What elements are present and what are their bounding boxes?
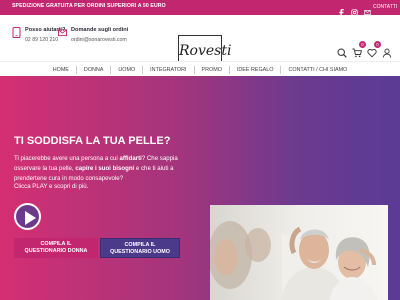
nav-item-donna[interactable]: DONNA bbox=[75, 65, 110, 74]
hero-description: Ti piacerebbe avere una persona a cui af… bbox=[14, 155, 178, 182]
top-bar: SPEDIZIONE GRATUITA PER ORDINI SUPERIORI… bbox=[0, 0, 400, 16]
phone-icon bbox=[12, 27, 21, 38]
orders-email[interactable]: ordini@sonarovesti.com bbox=[71, 37, 128, 43]
heart-icon[interactable]: 0 bbox=[367, 41, 381, 58]
site-header: Posso aiutarti? 02 89 120 210 Domande su… bbox=[0, 15, 400, 73]
instagram-icon[interactable] bbox=[351, 3, 358, 16]
cart-icon[interactable]: 0 bbox=[352, 41, 366, 58]
nav-item-idee-regalo[interactable]: IDEE REGALO bbox=[228, 65, 281, 74]
hero-cta-text: Clicca PLAY e scopri di più. bbox=[14, 183, 89, 190]
cart-count-badge: 0 bbox=[359, 41, 366, 48]
play-video-button[interactable] bbox=[14, 203, 41, 230]
nav-item-promo[interactable]: PROMO bbox=[193, 65, 229, 74]
hero-banner: TI SODDISFA LA TUA PELLE? Ti piacerebbe … bbox=[0, 76, 400, 300]
contatti-link[interactable]: CONTATTI bbox=[373, 4, 397, 10]
nav-item-contatti[interactable]: CONTATTI / CHI SIAMO bbox=[280, 65, 354, 74]
questionario-uomo-button[interactable]: COMPILA IL QUESTIONARIO UOMO bbox=[100, 238, 180, 258]
social-links bbox=[338, 3, 371, 16]
hero-title: TI SODDISFA LA TUA PELLE? bbox=[14, 135, 171, 147]
search-icon[interactable] bbox=[337, 45, 347, 58]
main-navigation: HOME DONNA UOMO INTEGRATORI PROMO IDEE R… bbox=[0, 61, 400, 76]
user-icon[interactable] bbox=[382, 45, 392, 58]
orders-title: Domande sugli ordini bbox=[71, 27, 129, 33]
hero-photo-couple-mirror bbox=[210, 205, 388, 300]
nav-item-integratori[interactable]: INTEGRATORI bbox=[142, 65, 193, 74]
wishlist-count-badge: 0 bbox=[374, 41, 381, 48]
logo-wordmark: Rovesti bbox=[179, 43, 232, 59]
orders-contact[interactable]: Domande sugli ordini ordini@sonarovesti.… bbox=[58, 27, 128, 43]
email-icon[interactable] bbox=[364, 3, 371, 15]
questionario-donna-button[interactable]: COMPILA IL QUESTIONARIO DONNA bbox=[14, 238, 98, 258]
mail-icon bbox=[58, 29, 67, 37]
play-icon bbox=[25, 211, 36, 225]
nav-item-home[interactable]: HOME bbox=[46, 66, 76, 74]
nav-item-uomo[interactable]: UOMO bbox=[110, 65, 142, 74]
facebook-icon[interactable] bbox=[338, 3, 345, 16]
free-shipping-text: SPEDIZIONE GRATUITA PER ORDINI SUPERIORI… bbox=[12, 3, 166, 9]
header-icons: 0 0 bbox=[337, 41, 392, 58]
